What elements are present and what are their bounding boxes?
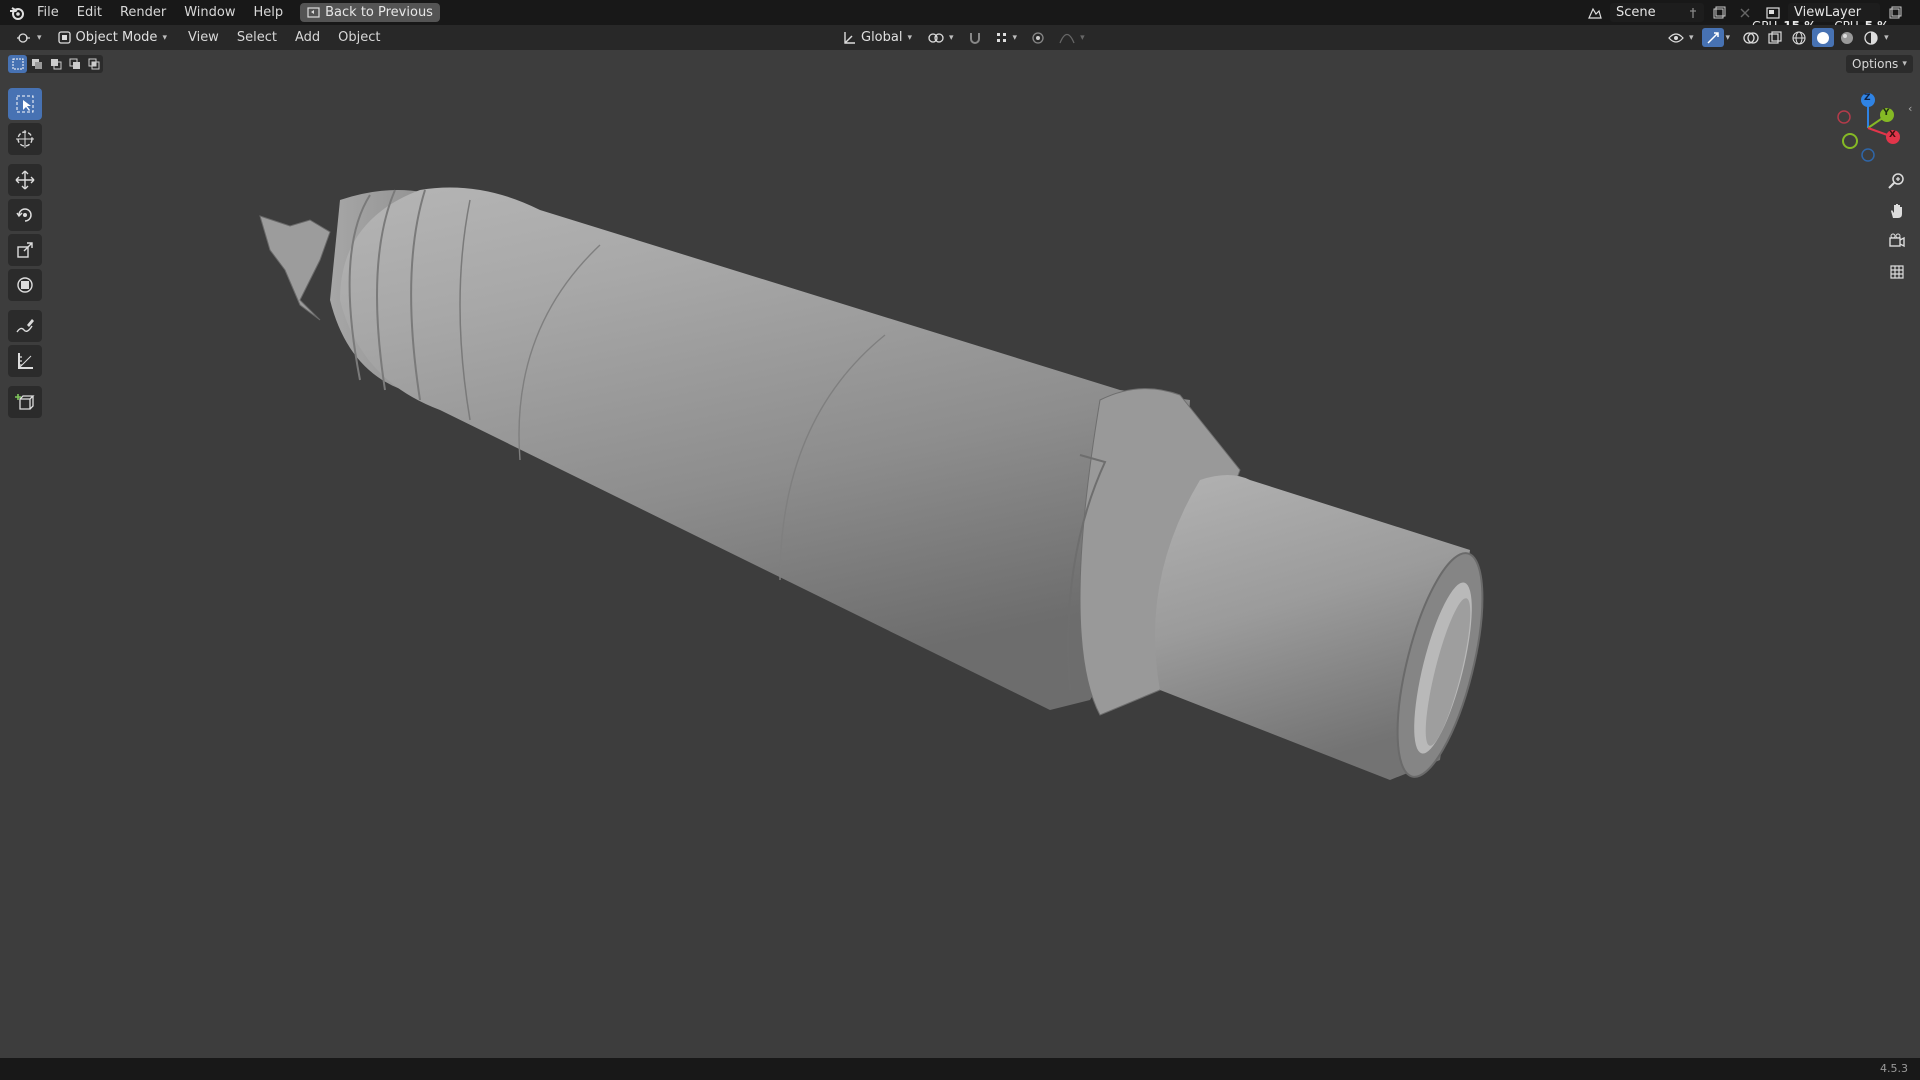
axis-x-label: X: [1889, 130, 1896, 140]
top-bar: File Edit Render Window Help Back to Pre…: [0, 0, 1920, 33]
new-scene-icon[interactable]: [1708, 3, 1730, 22]
menu-select[interactable]: Select: [228, 25, 286, 50]
proportional-edit-icon[interactable]: [1027, 28, 1049, 47]
chevron-down-icon[interactable]: ▾: [1884, 33, 1889, 43]
sidebar-toggle-icon[interactable]: ‹: [1908, 102, 1912, 115]
scene-name-field[interactable]: Scene: [1610, 3, 1704, 22]
mode-dropdown[interactable]: Object Mode ▾: [52, 28, 173, 47]
back-to-previous-label: Back to Previous: [325, 5, 433, 20]
falloff-dropdown[interactable]: ▾: [1053, 28, 1091, 47]
falloff-curve-icon: [1059, 33, 1075, 43]
viewport-header: ▾ Object Mode ▾ View Select Add Object G…: [0, 25, 1920, 50]
chevron-down-icon: ▾: [907, 32, 913, 43]
axis-y-label: Y: [1883, 108, 1890, 118]
menu-add[interactable]: Add: [286, 25, 329, 50]
orientation-label: Global: [861, 30, 903, 45]
chevron-down-icon: ▾: [1080, 32, 1085, 43]
grid-ortho-icon[interactable]: [1884, 258, 1910, 284]
viewport-nav-buttons: [1884, 168, 1910, 288]
scene-name: Scene: [1616, 5, 1656, 20]
menu-help[interactable]: Help: [245, 0, 293, 25]
shading-material-icon[interactable]: [1836, 28, 1858, 47]
transform-orientation-dropdown[interactable]: Global ▾: [836, 28, 918, 47]
camera-icon[interactable]: [1884, 228, 1910, 254]
viewlayer-name: ViewLayer: [1794, 5, 1862, 20]
scene-browse-icon[interactable]: [1584, 3, 1606, 22]
pin-icon[interactable]: [1688, 7, 1698, 19]
object-mode-icon: [57, 31, 71, 44]
chevron-down-icon: ▾: [162, 32, 167, 43]
snap-grid-icon: [996, 32, 1006, 42]
chevron-down-icon: ▾: [1012, 32, 1018, 43]
editor-type-dropdown[interactable]: ▾: [10, 28, 48, 47]
axis-z-label: Z: [1864, 93, 1871, 103]
screen-back-icon: [307, 7, 320, 18]
3d-model-tube[interactable]: [259, 187, 1500, 785]
zoom-icon[interactable]: [1884, 168, 1910, 194]
chevron-down-icon: ▾: [949, 32, 954, 43]
menu-view[interactable]: View: [179, 25, 228, 50]
blender-logo-icon[interactable]: [6, 3, 28, 22]
chevron-down-icon: ▾: [37, 32, 42, 43]
orientation-global-icon: [844, 31, 855, 44]
pivot-icon: [928, 32, 944, 43]
menu-edit[interactable]: Edit: [68, 0, 111, 25]
menu-file[interactable]: File: [28, 0, 68, 25]
version-label: 4.5.3: [1880, 1062, 1908, 1075]
eye-icon: [1668, 32, 1684, 43]
menu-window[interactable]: Window: [175, 0, 244, 25]
back-to-previous-button[interactable]: Back to Previous: [300, 3, 440, 22]
visibility-dropdown[interactable]: ▾: [1662, 28, 1700, 47]
overlays-toggle-icon[interactable]: [1740, 28, 1762, 47]
navigation-gizmo[interactable]: Z Y X: [1830, 90, 1906, 166]
chevron-down-icon[interactable]: ▾: [1726, 33, 1731, 43]
chevron-down-icon: ▾: [1689, 32, 1694, 43]
shading-solid-icon[interactable]: [1812, 28, 1835, 47]
mode-label: Object Mode: [75, 30, 158, 45]
menu-object[interactable]: Object: [329, 25, 389, 50]
snap-target-dropdown[interactable]: ▾: [990, 28, 1024, 47]
menu-render[interactable]: Render: [111, 0, 175, 25]
shading-rendered-icon[interactable]: [1860, 28, 1882, 47]
shading-wireframe-icon[interactable]: [1788, 28, 1810, 47]
viewport-canvas[interactable]: [0, 50, 1920, 1058]
xray-toggle-icon[interactable]: [1764, 28, 1786, 47]
pivot-point-dropdown[interactable]: ▾: [922, 28, 960, 47]
view3d-icon: [17, 32, 30, 43]
hand-pan-icon[interactable]: [1884, 198, 1910, 224]
gizmo-toggle-icon[interactable]: [1701, 28, 1724, 47]
status-bar: 4.5.3: [0, 1058, 1920, 1080]
snap-toggle-icon[interactable]: [964, 28, 986, 47]
